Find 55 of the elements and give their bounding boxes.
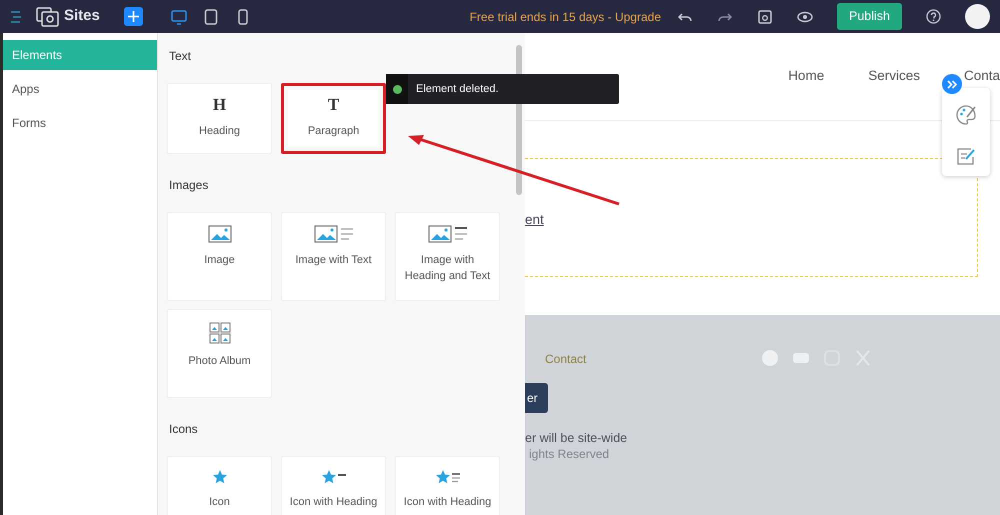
section-heading: Icons bbox=[169, 421, 199, 438]
double-chevron-icon[interactable] bbox=[947, 80, 957, 88]
text-link[interactable]: ent bbox=[525, 210, 544, 230]
help-icon[interactable] bbox=[926, 9, 941, 24]
image-text-icon bbox=[314, 225, 354, 243]
element-card[interactable]: Photo Album bbox=[167, 309, 272, 398]
image-icon bbox=[208, 225, 232, 243]
app-title: Sites bbox=[64, 6, 100, 26]
image-heading-text-icon bbox=[428, 225, 468, 243]
sidebar-item[interactable]: Forms bbox=[3, 108, 157, 138]
add-button[interactable] bbox=[124, 7, 143, 26]
copyright-text: ights Reserved bbox=[529, 446, 610, 463]
star-icon bbox=[212, 469, 228, 485]
star-heading-text-icon bbox=[434, 469, 460, 485]
element-label: Image with Heading and Text bbox=[404, 253, 492, 284]
nav-link[interactable]: Conta bbox=[964, 66, 1000, 87]
edit-icon[interactable] bbox=[956, 146, 976, 166]
footer-button[interactable]: er bbox=[525, 383, 548, 413]
paragraph-glyph: T bbox=[328, 96, 340, 113]
palette-icon[interactable] bbox=[955, 104, 977, 126]
element-label: Icon with Heading bbox=[290, 495, 378, 510]
element-label: Image bbox=[204, 253, 235, 268]
element-card[interactable]: H Heading bbox=[167, 83, 272, 154]
plus-icon bbox=[128, 11, 139, 22]
element-label: Image with Text bbox=[295, 253, 372, 268]
sidebar-item[interactable]: Apps bbox=[3, 74, 157, 104]
desktop-icon bbox=[170, 8, 187, 24]
footer-text: er will be site-wide bbox=[525, 430, 628, 447]
nav-link[interactable]: Home bbox=[788, 66, 824, 87]
upgrade-link[interactable]: Free trial ends in 15 days - Upgrade bbox=[470, 8, 661, 26]
element-card[interactable]: T Paragraph bbox=[281, 83, 386, 154]
element-card[interactable]: Icon bbox=[167, 456, 272, 515]
sites-logo-icon bbox=[36, 6, 60, 28]
status-dot-icon bbox=[392, 84, 402, 94]
avatar[interactable] bbox=[965, 4, 990, 29]
element-label: Icon with Heading bbox=[404, 495, 492, 510]
tablet-icon bbox=[202, 8, 219, 24]
element-label: Heading bbox=[199, 124, 240, 139]
element-card[interactable]: Icon with Heading bbox=[395, 456, 500, 515]
star-heading-icon bbox=[320, 469, 346, 485]
element-card[interactable]: Image bbox=[167, 212, 272, 301]
element-card[interactable]: Image with Heading and Text bbox=[395, 212, 500, 301]
toast-message: Element deleted. bbox=[415, 82, 499, 97]
element-label: Paragraph bbox=[308, 124, 360, 139]
heading-glyph: H bbox=[212, 96, 226, 113]
section-heading: Text bbox=[169, 48, 192, 65]
save-icon[interactable] bbox=[757, 8, 773, 24]
element-label: Icon bbox=[209, 495, 230, 510]
photo-album-icon bbox=[208, 322, 230, 344]
element-card[interactable]: Icon with Heading bbox=[281, 456, 386, 515]
menu-icon[interactable] bbox=[10, 10, 22, 24]
nav-link[interactable]: Services bbox=[868, 66, 920, 87]
section-heading: Images bbox=[169, 177, 210, 194]
element-label: Photo Album bbox=[188, 354, 251, 369]
element-card[interactable]: Image with Text bbox=[281, 212, 386, 301]
